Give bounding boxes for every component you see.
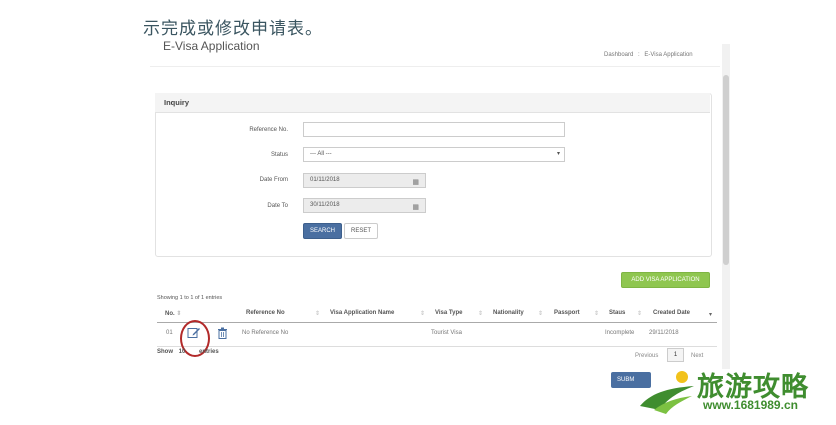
date-from-label: Date From (259, 177, 288, 183)
table-info: Showing 1 to 1 of 1 entries (157, 295, 223, 301)
cell-reference: No Reference No (242, 330, 289, 336)
date-from-input[interactable]: 01/11/2018 ▦ (303, 173, 426, 188)
date-to-input[interactable]: 30/11/2018 ▦ (303, 198, 426, 213)
scrollbar-thumb[interactable] (723, 75, 729, 265)
reference-label: Reference No. (249, 127, 288, 133)
calendar-icon[interactable]: ▦ (412, 201, 419, 214)
column-header-status[interactable]: Staus (609, 310, 625, 316)
sort-icon: ⇕ (420, 311, 426, 317)
column-header-created-date[interactable]: Created Date (653, 310, 690, 316)
page-length-select[interactable]: 10 (179, 349, 186, 355)
column-header-label: Visa Type (435, 310, 463, 316)
caret-down-icon: ▾ (556, 151, 560, 157)
reference-input[interactable] (303, 122, 565, 137)
add-visa-application-button[interactable]: ADD VISA APPLICATION (621, 272, 710, 288)
date-from-value: 01/11/2018 (310, 177, 340, 183)
column-header-label: Nationality (493, 310, 524, 316)
header-divider (150, 66, 720, 67)
column-header-nationality[interactable]: Nationality (493, 310, 524, 316)
page-length-control: Show 10 entries (157, 349, 219, 355)
sort-icon: ⇕ (637, 311, 643, 317)
show-label: Show (157, 349, 173, 355)
sort-icon: ⇕ (315, 311, 321, 317)
status-select[interactable]: --- All --- ▾ (303, 147, 565, 162)
date-to-value: 30/11/2018 (310, 202, 340, 208)
column-header-label: Created Date (653, 310, 691, 316)
table-header-divider (157, 322, 717, 323)
column-header-label: Reference No (246, 310, 285, 316)
inquiry-panel-header (155, 93, 710, 113)
reset-button[interactable]: RESET (344, 223, 378, 239)
date-to-label: Date To (267, 203, 288, 209)
watermark-url: www.1681989.cn (703, 398, 798, 412)
cell-created-date: 29/11/2018 (649, 330, 679, 336)
page-title: E-Visa Application (163, 39, 260, 53)
breadcrumb-home[interactable]: Dashboard (604, 52, 633, 58)
column-header-label: Visa Application Name (330, 310, 395, 316)
cell-status: Incomplete (605, 330, 635, 336)
column-header-name[interactable]: Visa Application Name (330, 310, 394, 316)
watermark-logo-icon (640, 371, 694, 414)
breadcrumb-separator: : (638, 52, 640, 58)
column-header-passport[interactable]: Passport (554, 310, 580, 316)
breadcrumb-current: E-Visa Application (644, 52, 693, 58)
pagination-previous[interactable]: Previous (635, 353, 658, 359)
sort-icon: ⇕ (538, 311, 544, 317)
column-header-label: Staus (609, 310, 626, 316)
column-header-label: Passport (554, 310, 580, 316)
column-header-no[interactable]: No. ⇕ (165, 310, 181, 317)
pagination-next[interactable]: Next (691, 353, 703, 359)
cell-visa-type: Tourist Visa (431, 330, 462, 336)
sort-desc-icon: ▾ (709, 312, 713, 318)
sort-icon: ⇕ (478, 311, 484, 317)
breadcrumb: Dashboard : E-Visa Application (604, 52, 693, 58)
table-bottom-divider (157, 346, 717, 347)
sort-icon: ⇕ (176, 311, 182, 317)
status-label: Status (270, 152, 288, 158)
column-header-label: No. (165, 311, 175, 317)
status-selected-value: --- All --- (310, 151, 332, 157)
cell-no: 01 (166, 330, 173, 336)
search-button[interactable]: SEARCH (303, 223, 342, 239)
article-caption: 示完成或修改申请表。 (143, 19, 323, 39)
pagination-current-page[interactable]: 1 (667, 348, 684, 362)
trash-icon[interactable] (217, 327, 228, 339)
calendar-icon[interactable]: ▦ (412, 176, 419, 189)
sort-icon: ⇕ (594, 311, 600, 317)
entries-label: entries (199, 349, 219, 355)
inquiry-title: Inquiry (164, 98, 190, 107)
column-header-visa-type[interactable]: Visa Type (435, 310, 462, 316)
column-header-reference[interactable]: Reference No (246, 310, 285, 316)
inquiry-panel (155, 93, 712, 257)
